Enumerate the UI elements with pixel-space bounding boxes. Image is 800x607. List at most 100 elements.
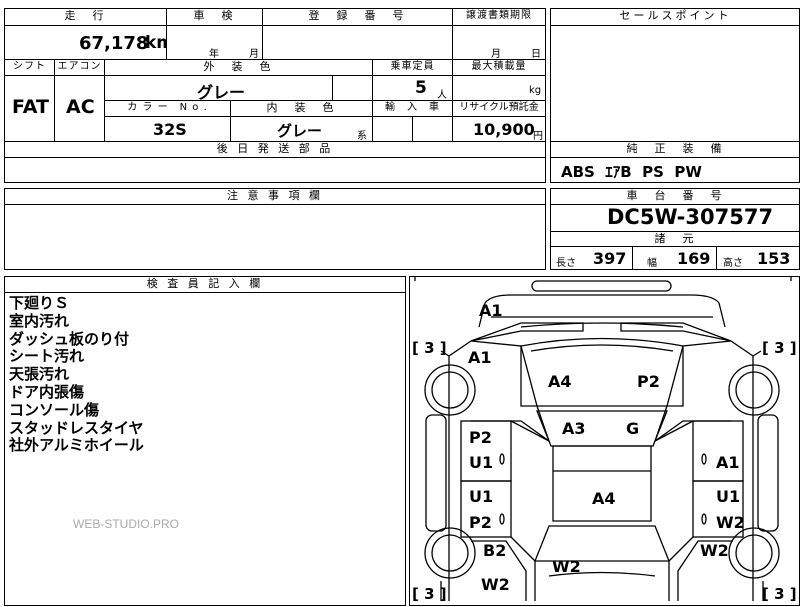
max-load-unit: kg: [529, 85, 542, 96]
mark-left-front-door-u: U1: [469, 453, 494, 472]
interior-color-cell: グレー 系: [231, 117, 373, 142]
spec-width-value: 169: [677, 249, 711, 268]
tire-count-rear-left: [ 3 ]: [412, 585, 447, 603]
mark-windshield: A3: [562, 419, 586, 438]
max-load-cell: kg: [453, 76, 545, 101]
remark-line: ダッシュ板のり付: [9, 329, 130, 348]
parts-later-header: 後 日 発 送 部 品: [5, 142, 545, 158]
interior-color-suffix: 系: [357, 131, 367, 142]
mark-hood-left: A4: [548, 372, 572, 391]
chassis-cell: DC5W-307577: [551, 205, 800, 232]
transfer-day: 日: [531, 49, 541, 60]
capacity-header: 乗車定員: [373, 60, 453, 76]
equipment-box: 純 正 装 備 ABS ｴｱB PS PW: [550, 141, 800, 183]
remark-line: シート汚れ: [9, 347, 85, 366]
mark-windshield-g: G: [626, 419, 640, 438]
mileage-header: 走 行: [5, 9, 167, 26]
mark-rear-left-fender-b: B2: [483, 541, 507, 560]
remark-line: 天張汚れ: [9, 365, 70, 384]
remark-line: 室内汚れ: [9, 311, 70, 330]
max-load-header: 最大積載量: [453, 60, 545, 76]
import-cell-b: [413, 117, 453, 142]
chassis-header: 車 台 番 号: [551, 189, 800, 205]
roof: [552, 445, 652, 522]
inspection-month: 月: [249, 49, 259, 60]
capacity-cell: 5 人: [373, 76, 453, 101]
mileage-unit: km: [145, 33, 166, 53]
tire-count-front-left: [ 3 ]: [412, 339, 447, 357]
ac-header: エアコン: [55, 60, 105, 76]
spec-width-label: 幅: [647, 258, 657, 269]
transfer-deadline-header: 譲渡書類期限: [453, 9, 545, 26]
mark-rear-right-fender: W2: [700, 541, 729, 560]
equipment-value: ABS ｴｱB PS PW: [561, 163, 702, 181]
spec-length-label: 長さ: [556, 258, 576, 269]
spec-height-label: 高さ: [723, 258, 743, 269]
left-body: [448, 340, 472, 601]
windshield: [536, 410, 668, 447]
import-cell-a: [373, 117, 413, 142]
color-no-value: 32S: [153, 120, 187, 139]
shift-header: シフト: [5, 60, 55, 76]
specs-header: 諸 元: [551, 232, 800, 247]
mark-front-bumper: A1: [479, 301, 503, 320]
spec-length: 長さ 397: [551, 247, 633, 270]
inspection-header: 車 検: [167, 9, 263, 26]
spec-height-value: 153: [757, 249, 791, 268]
ac-value: AC: [66, 96, 95, 118]
remark-line: コンソール傷: [9, 400, 100, 419]
mileage-cell: 67,178 km: [5, 26, 167, 60]
front-bumper: [478, 294, 726, 328]
ac-cell: AC: [55, 76, 105, 142]
tire-count-front-right: [ 3 ]: [762, 339, 797, 357]
color-no-header: カ ラ ー N o .: [105, 101, 231, 117]
sales-point-box: セールスポイント: [550, 8, 800, 142]
mark-left-front-door-p: P2: [469, 428, 492, 447]
inspector-box: 検 査 員 記 入 欄 下廻りＳ 室内汚れ ダッシュ板のり付 シート汚れ 天張汚…: [4, 276, 406, 606]
transfer-month: 月: [491, 49, 501, 60]
mark-left-rear-door-u: U1: [469, 487, 494, 506]
remark-line: ドア内張傷: [9, 382, 85, 401]
mark-right-rear-door-w: W2: [716, 513, 745, 532]
recycle-cell: 10,900 円: [453, 117, 545, 142]
mileage-value: 67,178: [79, 33, 149, 54]
notes-header: 注 意 事 項 欄: [5, 189, 545, 205]
parts-later-box: 後 日 発 送 部 品: [4, 141, 546, 183]
inspection-cell: 年 月: [167, 26, 263, 60]
front-plate: [531, 280, 672, 292]
remark-line: 下廻りＳ: [9, 294, 70, 312]
interior-color-value: グレー: [277, 122, 323, 140]
mark-roof: A4: [592, 489, 616, 508]
registration-cell: [263, 26, 453, 60]
mark-front-left-fender: A1: [468, 348, 492, 367]
recycle-unit: 円: [533, 131, 543, 142]
capacity-value: 5: [415, 78, 427, 98]
capacity-unit: 人: [437, 90, 447, 101]
remark-line: 社外アルミホイール: [9, 436, 144, 455]
tire-count-rear-right: [ 3 ]: [762, 585, 797, 603]
transfer-deadline-cell: 月 日: [453, 26, 545, 60]
mark-right-rear-door-u: U1: [716, 487, 741, 506]
vehicle-info-table: 走 行 車 検 登 録 番 号 譲渡書類期限 67,178 km 年 月 月 日…: [4, 8, 546, 142]
mark-hood-right: P2: [637, 372, 660, 391]
interior-color-header: 内 装 色: [231, 101, 373, 117]
spec-height: 高さ 153: [717, 247, 800, 270]
shift-value: FAT: [12, 96, 49, 118]
recycle-header: リサイクル預託金: [453, 101, 545, 117]
exterior-color-value: グレー: [197, 83, 246, 101]
exterior-color-cell: グレー: [105, 76, 333, 101]
chassis-specs-box: 車 台 番 号 DC5W-307577 諸 元 長さ 397 幅 169 高さ …: [550, 188, 800, 270]
import-header: 輸 入 車: [373, 101, 453, 117]
sales-point-header: セールスポイント: [551, 9, 800, 26]
spec-length-value: 397: [593, 249, 627, 268]
exterior-color-extra: [333, 76, 373, 101]
inspector-remarks: 下廻りＳ 室内汚れ ダッシュ板のり付 シート汚れ 天張汚れ ドア内張傷 コンソー…: [9, 294, 144, 455]
mark-left-rear-door-p: P2: [469, 513, 492, 532]
inspection-year: 年: [209, 49, 219, 60]
chassis-value: DC5W-307577: [607, 205, 774, 229]
color-no-cell: 32S: [105, 117, 231, 142]
watermark: WEB-STUDIO.PRO: [73, 517, 180, 531]
car-diagram-box: A1 [ 3 ] [ 3 ] A1 A4 P2 A3 G P2 U1 A1 U1…: [409, 276, 800, 606]
rear-glass: [534, 525, 670, 562]
registration-header: 登 録 番 号: [263, 9, 453, 26]
